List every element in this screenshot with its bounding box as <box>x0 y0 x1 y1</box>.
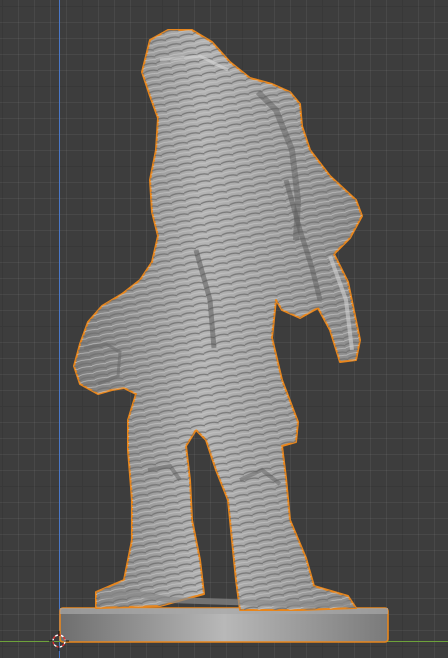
pedestal-base <box>59 607 389 643</box>
mummy-figure <box>73 29 363 611</box>
model-render <box>59 29 389 643</box>
3d-cursor-icon[interactable] <box>49 631 69 651</box>
3d-viewport[interactable] <box>0 0 448 658</box>
